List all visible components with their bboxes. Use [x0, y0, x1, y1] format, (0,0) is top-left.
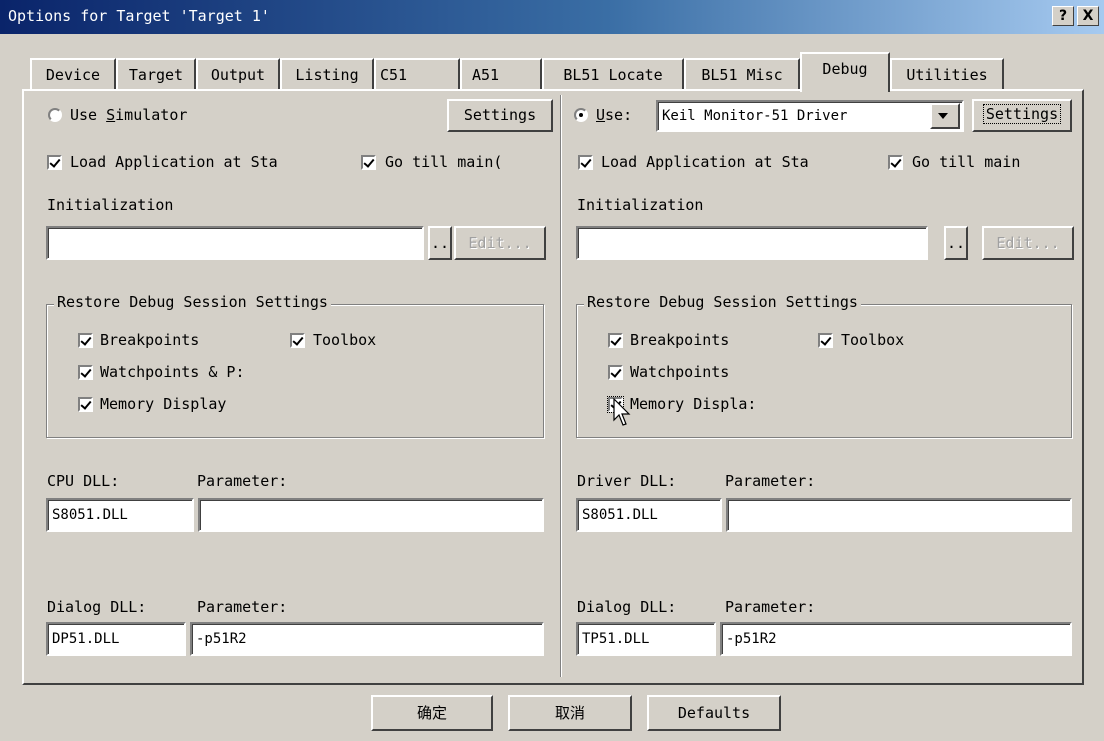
- use-driver-radio[interactable]: [574, 108, 588, 122]
- left-dialog-dll-input[interactable]: DP51.DLL: [46, 622, 186, 656]
- use-simulator-radio[interactable]: [48, 108, 62, 122]
- cpu-parameter-input[interactable]: [198, 498, 544, 532]
- right-initialization-browse-button[interactable]: ..: [944, 226, 968, 260]
- right-memory-display-label: Memory Displa:: [630, 395, 757, 413]
- left-go-till-main-checkbox[interactable]: [361, 155, 376, 170]
- driver-parameter-input[interactable]: [726, 498, 1072, 532]
- driver-dll-input[interactable]: S8051.DLL: [576, 498, 722, 532]
- right-initialization-edit-button[interactable]: Edit...: [982, 226, 1074, 260]
- right-toolbox-checkbox[interactable]: [818, 333, 833, 348]
- left-dialog-parameter-input[interactable]: -p51R2: [190, 622, 544, 656]
- right-dialog-parameter-input[interactable]: -p51R2: [720, 622, 1072, 656]
- left-watchpoints-label: Watchpoints & P:: [100, 363, 245, 381]
- right-go-till-main-label: Go till main: [912, 153, 1021, 171]
- left-restore-title: Restore Debug Session Settings: [54, 293, 331, 311]
- left-breakpoints-label: Breakpoints: [100, 331, 200, 349]
- right-breakpoints-checkbox[interactable]: [608, 333, 623, 348]
- left-load-application-label: Load Application at Sta: [70, 153, 278, 171]
- right-load-application-checkbox[interactable]: [578, 155, 593, 170]
- cpu-parameter-label: Parameter:: [197, 472, 288, 490]
- left-memory-display-label: Memory Display: [100, 395, 227, 413]
- driver-dll-label: Driver DLL:: [577, 472, 677, 490]
- left-memory-display-checkbox[interactable]: [78, 397, 93, 412]
- right-watchpoints-label: Watchpoints: [630, 363, 730, 381]
- right-dialog-parameter-label: Parameter:: [725, 598, 816, 616]
- debug-settings: Use Simulator Settings Load Application …: [0, 0, 1104, 741]
- right-watchpoints-checkbox[interactable]: [608, 365, 623, 380]
- left-toolbox-label: Toolbox: [313, 331, 377, 349]
- chevron-down-icon[interactable]: [930, 103, 960, 129]
- right-initialization-label: Initialization: [577, 196, 704, 214]
- cpu-dll-label: CPU DLL:: [47, 472, 120, 490]
- left-go-till-main-label: Go till main(: [385, 153, 503, 171]
- left-toolbox-checkbox[interactable]: [290, 333, 305, 348]
- right-go-till-main-checkbox[interactable]: [888, 155, 903, 170]
- left-initialization-input[interactable]: [46, 226, 424, 260]
- left-watchpoints-checkbox[interactable]: [78, 365, 93, 380]
- left-dialog-dll-label: Dialog DLL:: [47, 598, 147, 616]
- left-dialog-parameter-label: Parameter:: [197, 598, 288, 616]
- right-dialog-dll-input[interactable]: TP51.DLL: [576, 622, 716, 656]
- simulator-settings-button[interactable]: Settings: [447, 99, 553, 132]
- driver-select[interactable]: Keil Monitor-51 Driver: [656, 100, 964, 132]
- right-restore-title: Restore Debug Session Settings: [584, 293, 861, 311]
- right-dialog-dll-label: Dialog DLL:: [577, 598, 677, 616]
- left-load-application-checkbox[interactable]: [47, 155, 62, 170]
- left-initialization-browse-button[interactable]: ..: [428, 226, 452, 260]
- mouse-pointer-icon: [613, 398, 631, 426]
- right-initialization-input[interactable]: [576, 226, 928, 260]
- cpu-dll-input[interactable]: S8051.DLL: [46, 498, 194, 532]
- use-simulator-label: Use Simulator: [70, 106, 188, 124]
- left-initialization-label: Initialization: [47, 196, 174, 214]
- right-toolbox-label: Toolbox: [841, 331, 905, 349]
- right-load-application-label: Load Application at Sta: [601, 153, 809, 171]
- use-driver-label: Use:: [596, 106, 633, 124]
- left-breakpoints-checkbox[interactable]: [78, 333, 93, 348]
- left-initialization-edit-button[interactable]: Edit...: [454, 226, 546, 260]
- options-dialog: Options for Target 'Target 1' ? X Device…: [0, 0, 1104, 741]
- driver-settings-button[interactable]: Settings: [972, 99, 1072, 132]
- driver-parameter-label: Parameter:: [725, 472, 816, 490]
- column-separator: [560, 95, 562, 677]
- right-breakpoints-label: Breakpoints: [630, 331, 730, 349]
